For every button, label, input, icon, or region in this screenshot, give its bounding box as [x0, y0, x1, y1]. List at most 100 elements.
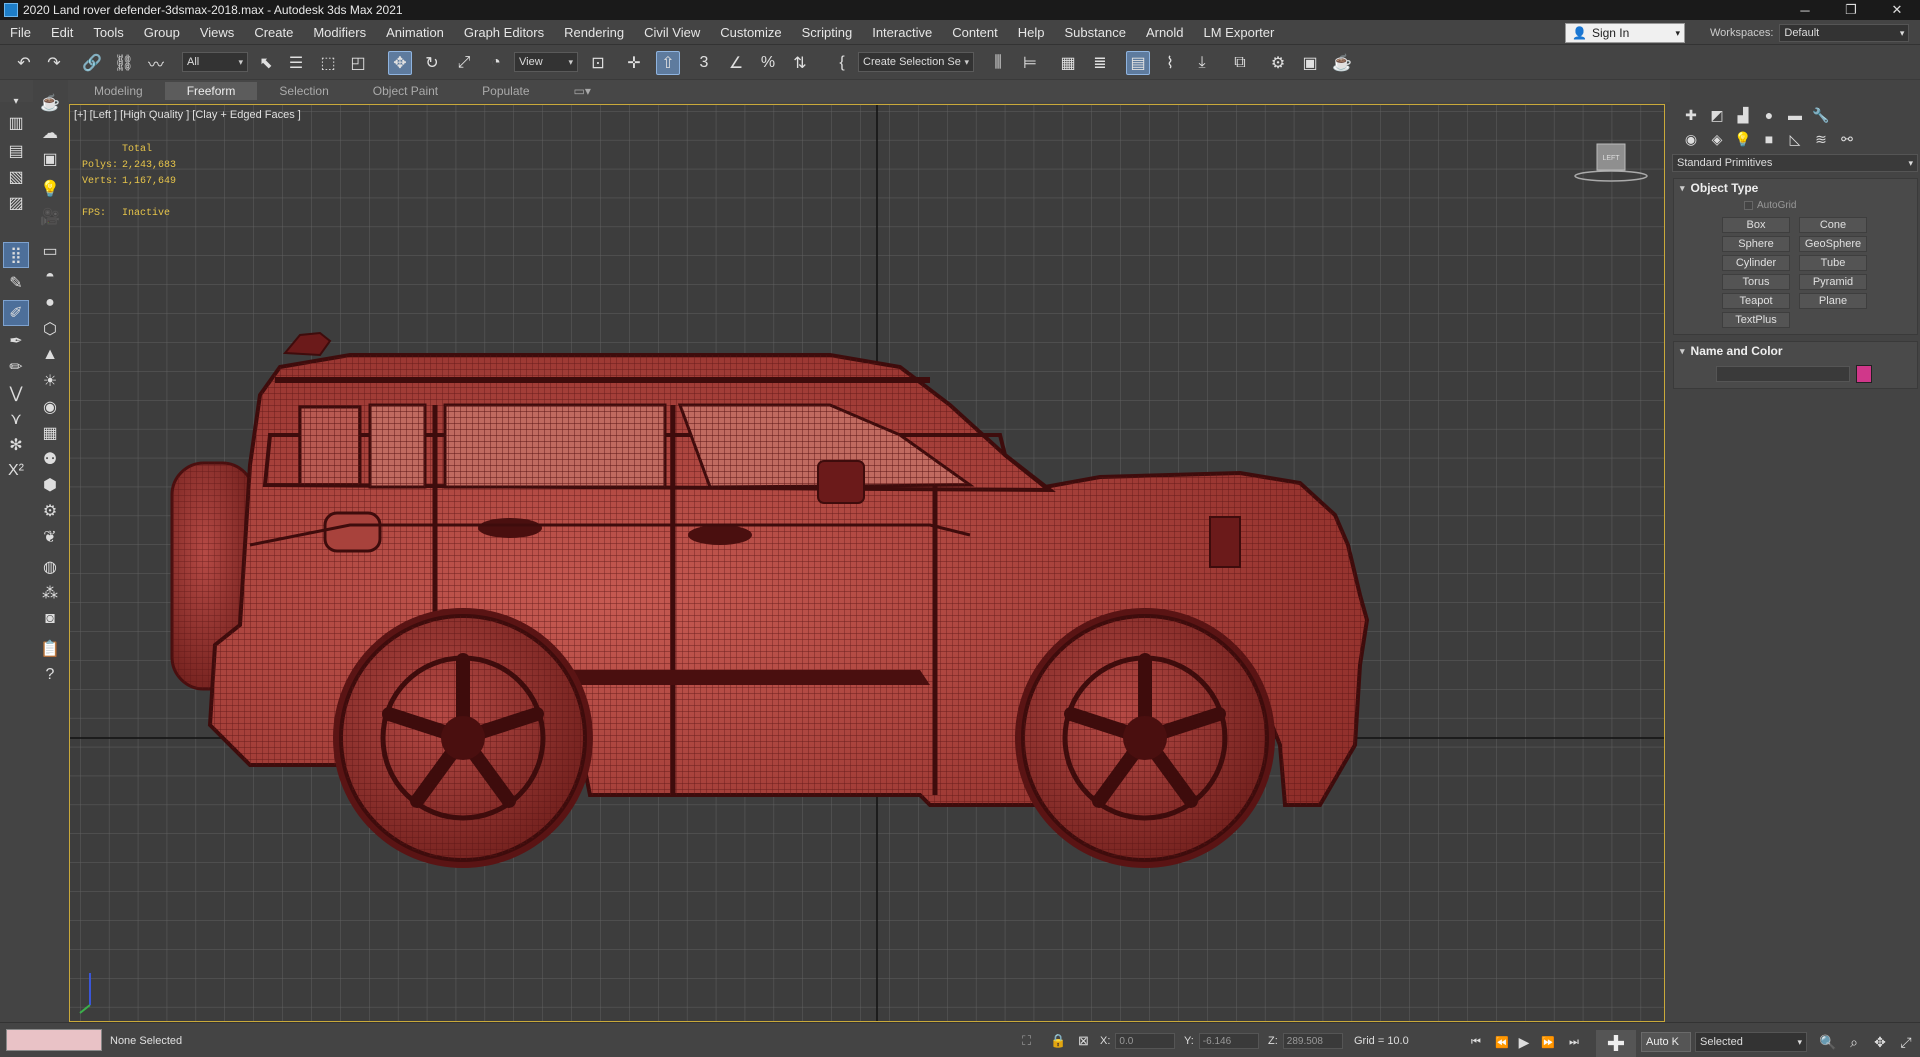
minimize-button[interactable]: ─	[1782, 0, 1828, 20]
close-button[interactable]: ✕	[1874, 0, 1920, 20]
maxscript-listener[interactable]	[6, 1029, 102, 1051]
select-object-icon[interactable]: ⬉	[254, 51, 278, 75]
restore-button[interactable]: ❐	[1828, 0, 1874, 20]
menu-arnold[interactable]: Arnold	[1136, 25, 1194, 40]
xref-icon[interactable]: ▨	[3, 190, 29, 216]
tab-populate[interactable]: Populate	[460, 82, 551, 100]
dope-sheet-icon[interactable]: ⤓	[1190, 51, 1214, 75]
textplus-button[interactable]: TextPlus	[1722, 312, 1790, 328]
select-and-place-icon[interactable]: ◔	[484, 51, 508, 75]
lights-icon[interactable]: 💡	[1730, 131, 1756, 148]
create-object-icon[interactable]: ▥	[3, 110, 29, 136]
selection-filter-select[interactable]: All	[182, 52, 248, 72]
tab-object-paint[interactable]: Object Paint	[351, 82, 460, 100]
object-color-swatch[interactable]	[1856, 365, 1872, 383]
object-type-header[interactable]: Object Type	[1674, 179, 1917, 197]
camera-icon[interactable]: 🎥	[37, 204, 63, 230]
render-icon[interactable]: ◙	[37, 606, 63, 632]
pull-brush-icon[interactable]: ✏	[3, 354, 29, 380]
x-field[interactable]: 0.0	[1115, 1033, 1176, 1049]
flatten-brush-icon[interactable]: ⋁	[3, 380, 29, 406]
go-to-start-icon[interactable]: ⏮	[1466, 1033, 1486, 1051]
menu-interactive[interactable]: Interactive	[862, 25, 942, 40]
geosphere-button[interactable]: GeoSphere	[1799, 236, 1867, 252]
object-name-field[interactable]	[1716, 366, 1850, 382]
auto-key-button[interactable]: Auto K	[1641, 1032, 1691, 1052]
menu-customize[interactable]: Customize	[710, 25, 791, 40]
z-field[interactable]: 289.508	[1282, 1033, 1343, 1049]
edit-named-selection-icon[interactable]: {	[830, 51, 854, 75]
menu-graph-editors[interactable]: Graph Editors	[454, 25, 554, 40]
isolate-selection-icon[interactable]: ⛶	[1022, 1033, 1031, 1049]
redo-icon[interactable]: ↷	[42, 51, 66, 75]
viewport-left[interactable]	[69, 104, 1665, 1022]
cylinder-button[interactable]: Cylinder	[1722, 255, 1790, 271]
name-and-color-header[interactable]: Name and Color	[1674, 342, 1917, 360]
autogrid-checkbox[interactable]: AutoGrid	[1674, 197, 1917, 213]
helpers-icon[interactable]: ◺	[1782, 131, 1808, 148]
material-sphere-icon[interactable]: ◍	[37, 554, 63, 580]
particles-icon[interactable]: ⚉	[37, 446, 63, 472]
orbit-icon[interactable]: ✥	[1870, 1033, 1890, 1051]
menu-civil-view[interactable]: Civil View	[634, 25, 710, 40]
menu-scripting[interactable]: Scripting	[792, 25, 863, 40]
next-frame-icon[interactable]: ⏩	[1538, 1033, 1558, 1051]
layer-explorer-icon[interactable]: ≣	[1088, 51, 1112, 75]
play-icon[interactable]: ▶	[1514, 1033, 1534, 1051]
paint-deform-icon[interactable]: ✎	[3, 270, 29, 296]
link-icon[interactable]: 🔗	[80, 51, 104, 75]
curve-editor-icon[interactable]: ⌇	[1158, 51, 1182, 75]
image-plane-icon[interactable]: ▣	[37, 146, 63, 172]
zoom-all-icon[interactable]: ⌕	[1844, 1033, 1864, 1051]
hemisphere-icon[interactable]: ◓	[37, 264, 63, 290]
primitive-category-select[interactable]: Standard Primitives	[1672, 154, 1918, 172]
menu-group[interactable]: Group	[134, 25, 190, 40]
select-and-move-icon[interactable]: ✥	[388, 51, 412, 75]
geodesic-icon[interactable]: ⬡	[37, 316, 63, 342]
schematic-view-icon[interactable]: ⧉	[1228, 51, 1252, 75]
keyboard-shortcut-toggle-icon[interactable]: ⇧	[656, 51, 680, 75]
geometry-icon[interactable]: ◉	[1678, 131, 1704, 148]
menu-create[interactable]: Create	[244, 25, 303, 40]
box-button[interactable]: Box	[1722, 217, 1790, 233]
pivot-center-icon[interactable]: ⊡	[586, 51, 610, 75]
cone-icon[interactable]: ▲	[37, 342, 63, 368]
cloud-icon[interactable]: ☁	[37, 120, 63, 146]
sun-icon[interactable]: ☀	[37, 368, 63, 394]
sphere-button[interactable]: Sphere	[1722, 236, 1790, 252]
menu-modifiers[interactable]: Modifiers	[303, 25, 376, 40]
selection-lock-icon[interactable]: 🔒	[1050, 1033, 1066, 1049]
select-by-name-icon[interactable]: ☰	[284, 51, 308, 75]
grid-object-icon[interactable]: ▦	[37, 420, 63, 446]
absolute-mode-icon[interactable]: ⊠	[1078, 1033, 1089, 1049]
create-tab-icon[interactable]: ✚	[1678, 107, 1704, 124]
geosphere-icon[interactable]: ⬢	[37, 472, 63, 498]
menu-substance[interactable]: Substance	[1055, 25, 1136, 40]
select-and-rotate-icon[interactable]: ↻	[420, 51, 444, 75]
light-icon[interactable]: 💡	[37, 176, 63, 202]
box-icon[interactable]: ▭	[37, 238, 63, 264]
menu-rendering[interactable]: Rendering	[554, 25, 634, 40]
sphere-icon[interactable]: ●	[37, 290, 63, 316]
go-to-end-icon[interactable]: ⏭	[1564, 1033, 1584, 1051]
grass-icon[interactable]: ❦	[37, 524, 63, 550]
scatter-icon[interactable]: ✻	[3, 432, 29, 458]
menu-content[interactable]: Content	[942, 25, 1008, 40]
spinner-snap-icon[interactable]: ⇅	[788, 51, 812, 75]
tube-button[interactable]: Tube	[1799, 255, 1867, 271]
menu-lm-exporter[interactable]: LM Exporter	[1194, 25, 1285, 40]
systems-icon[interactable]: ⚯	[1834, 131, 1860, 148]
tab-modeling[interactable]: Modeling	[72, 82, 165, 100]
snaps-toggle-icon[interactable]: 3	[692, 51, 716, 75]
motion-tab-icon[interactable]: ●	[1756, 107, 1782, 123]
hierarchy-tab-icon[interactable]: ▟	[1730, 107, 1756, 124]
palette-icon[interactable]: ⁂	[37, 580, 63, 606]
shift-brush-icon[interactable]: ✐	[3, 300, 29, 326]
set-key-icon[interactable]: ✚	[1596, 1030, 1636, 1057]
percent-snap-icon[interactable]: %	[756, 51, 780, 75]
cone-button[interactable]: Cone	[1799, 217, 1867, 233]
menu-edit[interactable]: Edit	[41, 25, 83, 40]
maximize-viewport-icon[interactable]: ⤢	[1896, 1033, 1916, 1051]
cameras-icon[interactable]: ■	[1756, 131, 1782, 147]
clipboard-icon[interactable]: 📋	[37, 636, 63, 662]
